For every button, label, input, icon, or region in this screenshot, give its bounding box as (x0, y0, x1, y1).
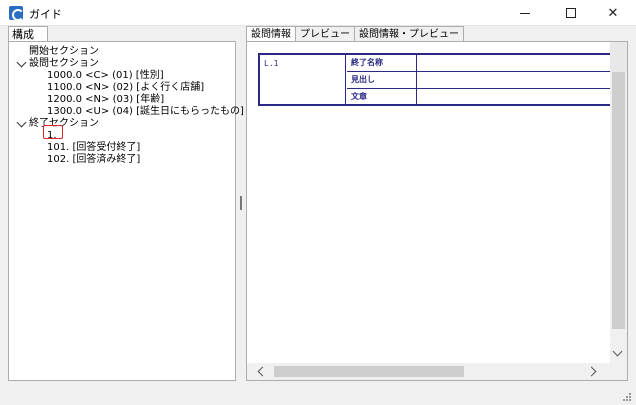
vertical-scrollbar[interactable] (610, 42, 627, 380)
chevron-right-icon[interactable] (586, 366, 597, 377)
window-bottom-edge (0, 398, 636, 405)
close-button[interactable]: ✕ (590, 0, 636, 26)
field-label-text: 文章 (347, 89, 417, 104)
window-title: ガイド (29, 8, 62, 21)
horizontal-scrollbar[interactable] (247, 363, 610, 380)
question-info-panel: L.1 終了名称 見出し 文章 (246, 41, 628, 381)
field-label-heading: 見出し (347, 72, 417, 88)
title-bar: ガイド ✕ (0, 0, 636, 26)
panel-splitter-handle[interactable] (240, 196, 242, 210)
end-name-field[interactable] (418, 55, 614, 71)
minimize-button[interactable] (502, 0, 548, 26)
right-tab-bar: 設問情報 プレビュー 設問情報・プレビュー (246, 26, 464, 43)
tree-item-end-section[interactable]: 終了セクション (29, 118, 99, 130)
resize-grip-icon[interactable] (622, 392, 632, 402)
text-field[interactable] (418, 89, 614, 104)
tree-item-question[interactable]: 1000.0 <C> (01) [性別] (47, 70, 164, 82)
scroll-track[interactable] (610, 42, 627, 72)
tree-item-question-section[interactable]: 設問セクション (29, 58, 99, 70)
chevron-down-icon[interactable] (16, 57, 27, 68)
chevron-down-icon[interactable] (16, 117, 27, 128)
tree-item-question[interactable]: 1200.0 <N> (03) [年齢] (47, 94, 164, 106)
tree-item-question[interactable]: 1100.0 <N> (02) [よく行く店舗] (47, 82, 204, 94)
end-code: L.1 (260, 55, 346, 104)
maximize-icon (566, 8, 576, 18)
maximize-button[interactable] (548, 0, 594, 26)
tree-item-end[interactable]: 101. [回答受付終了] (47, 142, 140, 154)
heading-field[interactable] (418, 72, 614, 88)
tree-item-question[interactable]: 1300.0 <U> (04) [誕生日にもらったもの] (47, 106, 244, 118)
app-logo-icon (9, 6, 24, 21)
tab-question-info-preview[interactable]: 設問情報・プレビュー (354, 26, 464, 42)
horizontal-scroll-thumb[interactable] (274, 366, 464, 377)
close-icon: ✕ (607, 5, 619, 21)
chevron-left-icon[interactable] (257, 366, 268, 377)
minimize-icon (520, 12, 530, 14)
tree-item-end[interactable]: 102. [回答済み終了] (47, 154, 140, 166)
field-label-end-name: 終了名称 (347, 55, 417, 71)
vertical-scroll-thumb[interactable] (612, 72, 625, 329)
tree-item-start-section[interactable]: 開始セクション (29, 46, 99, 58)
tab-structure[interactable]: 構成 (8, 26, 48, 42)
chevron-down-icon[interactable] (612, 346, 623, 357)
end-info-table: L.1 終了名称 見出し 文章 (258, 53, 614, 106)
selection-highlight (43, 125, 63, 139)
tab-preview[interactable]: プレビュー (295, 26, 355, 42)
structure-tree-panel: 開始セクション 設問セクション 1000.0 <C> (01) [性別] 110… (8, 41, 244, 381)
